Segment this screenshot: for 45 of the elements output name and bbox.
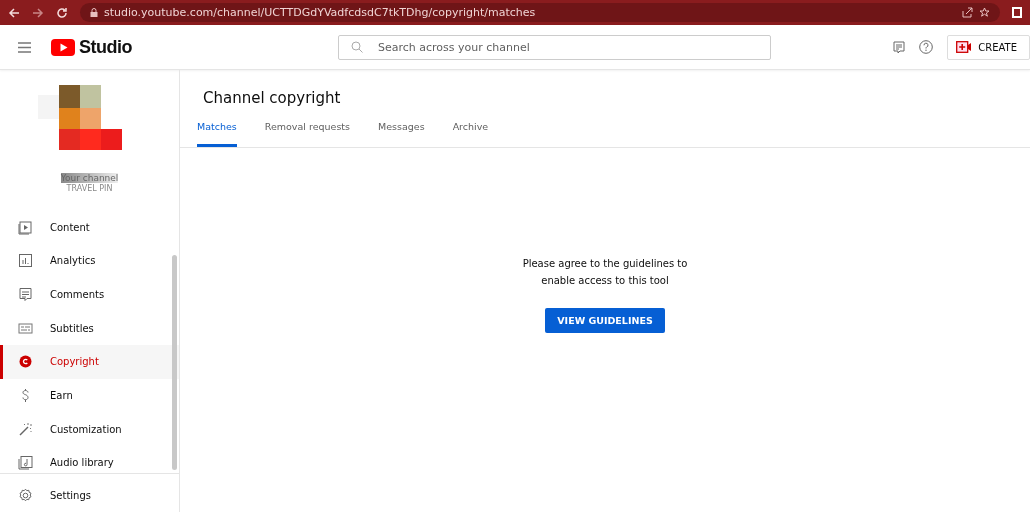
address-bar[interactable]: studio.youtube.com/channel/UCTTDGdYVadfcdsdC7tkTDhg/copyright/matches [80, 3, 1000, 22]
sidebar-item[interactable]: Settings [0, 478, 179, 512]
sidebar-item[interactable]: Earn [0, 378, 179, 413]
create-button[interactable]: CREATE [947, 34, 1030, 60]
subtitles-icon [18, 320, 33, 336]
content-icon [18, 219, 33, 235]
sidebar-item[interactable]: Analytics [0, 244, 179, 278]
back-icon[interactable] [8, 6, 20, 19]
studio-logo-text[interactable]: Studio [79, 36, 132, 58]
forward-icon[interactable] [32, 6, 44, 19]
page-title: Channel copyright [203, 89, 342, 107]
message-text: Please agree to the guidelines to enable access to this tool [521, 257, 689, 288]
settings-icon [18, 487, 33, 503]
lock-icon [90, 8, 98, 17]
copyright-icon [18, 354, 33, 370]
url-text: studio.youtube.com/channel/UCTTDGdYVadfcdsdC7tkTDhg/copyright/matches [104, 6, 536, 19]
scrollbar[interactable] [172, 255, 177, 470]
tab[interactable]: Archive [452, 121, 489, 147]
magic-wand-icon [18, 421, 33, 437]
window-icon[interactable] [1012, 7, 1022, 18]
star-icon[interactable] [979, 7, 990, 18]
video-plus-icon [956, 41, 973, 53]
sidebar-item[interactable]: Subtitles [0, 311, 179, 346]
tab[interactable]: Messages [378, 121, 425, 147]
menu-icon[interactable] [18, 41, 31, 53]
search-field[interactable]: Search across your channel [338, 34, 771, 60]
search-icon [351, 40, 363, 53]
bar-chart-icon [18, 253, 33, 269]
play-logo-icon [51, 38, 75, 56]
feedback-icon[interactable] [893, 40, 906, 54]
reload-icon[interactable] [56, 6, 68, 19]
sidebar-item[interactable]: Customization [0, 412, 179, 447]
channel-handle: TRAVEL PIN [66, 184, 113, 193]
tab[interactable]: Matches [197, 121, 237, 147]
sidebar-item[interactable]: Copyright [0, 345, 179, 379]
sidebar-item[interactable]: Audio library [0, 446, 179, 480]
music-library-icon [18, 455, 33, 471]
channel-name[interactable]: Your channel [60, 173, 119, 183]
view-guidelines-button[interactable]: VIEW GUIDELINES [545, 308, 665, 333]
comment-icon [18, 287, 33, 303]
tab[interactable]: Removal requests [264, 121, 351, 147]
help-icon[interactable] [919, 40, 934, 54]
sidebar-item[interactable]: Content [0, 210, 179, 244]
share-icon[interactable] [962, 7, 973, 18]
sidebar-item[interactable]: Comments [0, 277, 179, 312]
